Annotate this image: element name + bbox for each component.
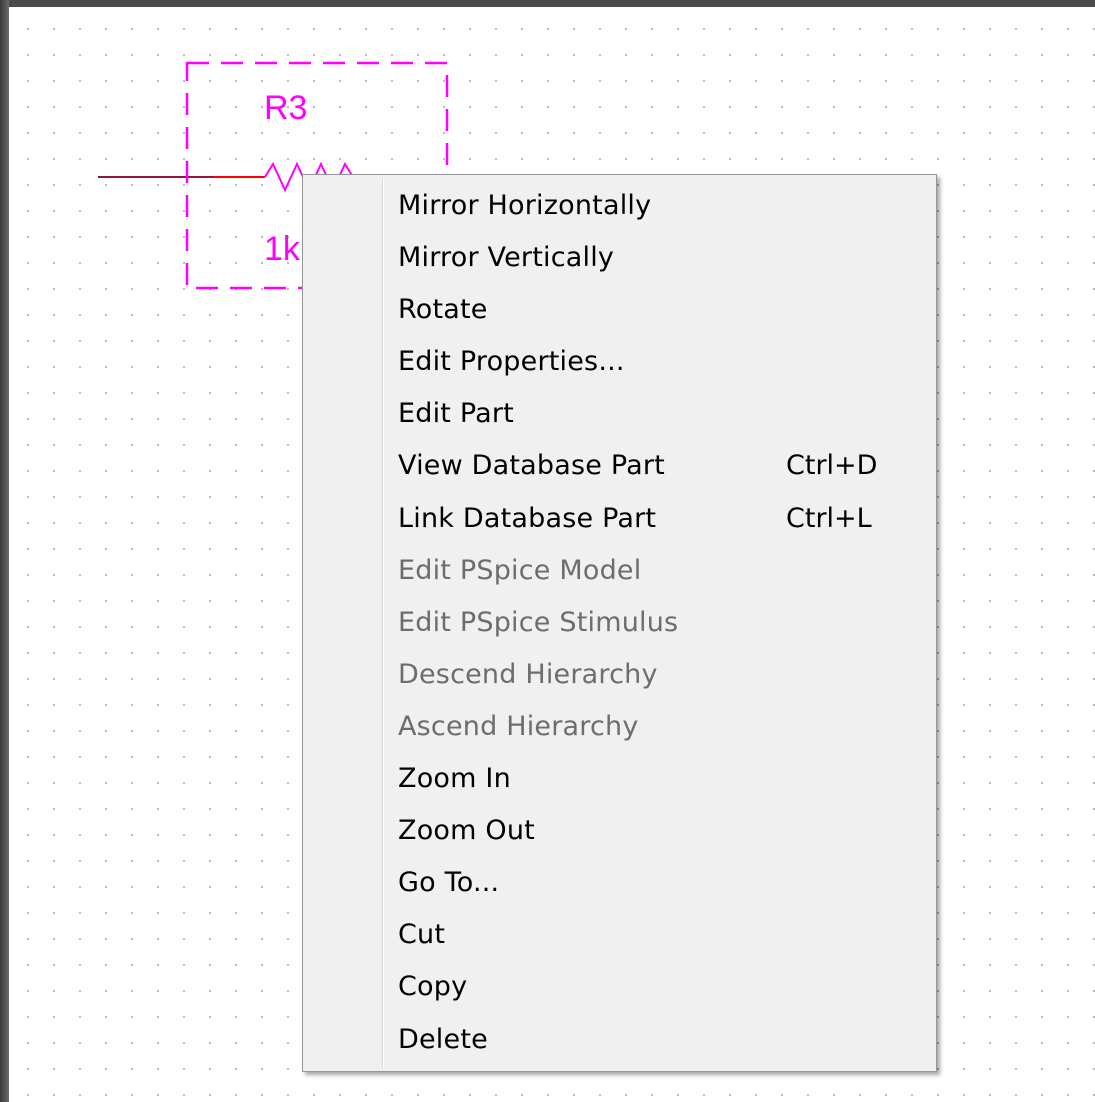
menu-item-label: Link Database Part bbox=[398, 502, 657, 534]
menu-item-shortcut: Ctrl+D bbox=[786, 450, 878, 482]
menu-item-edit-pspice-stimulus: Edit PSpice Stimulus bbox=[306, 597, 933, 649]
menu-item-list: Mirror Horizontally Mirror Vertically Rota… bbox=[306, 180, 933, 1066]
menu-item-ascend-hierarchy: Ascend Hierarchy bbox=[306, 701, 933, 753]
menu-item-label: Ascend Hierarchy bbox=[398, 710, 639, 742]
menu-item-zoom-in[interactable]: Zoom In bbox=[306, 753, 933, 805]
menu-item-label: Zoom In bbox=[398, 763, 511, 795]
menu-item-label: Edit PSpice Stimulus bbox=[398, 606, 679, 638]
menu-item-mirror-horizontally[interactable]: Mirror Horizontally bbox=[306, 180, 933, 232]
menu-item-label: View Database Part bbox=[398, 450, 665, 482]
menu-item-label: Zoom Out bbox=[398, 815, 535, 847]
window-top-border bbox=[0, 0, 1095, 7]
menu-item-label: Edit Properties... bbox=[398, 346, 625, 378]
menu-item-label: Copy bbox=[398, 971, 468, 1003]
menu-item-label: Mirror Horizontally bbox=[398, 190, 652, 221]
menu-item-descend-hierarchy: Descend Hierarchy bbox=[306, 649, 933, 701]
menu-item-shortcut: Ctrl+L bbox=[786, 502, 872, 534]
menu-item-label: Delete bbox=[398, 1023, 488, 1055]
menu-item-zoom-out[interactable]: Zoom Out bbox=[306, 805, 933, 857]
menu-item-label: Edit Part bbox=[398, 398, 514, 430]
menu-item-go-to[interactable]: Go To... bbox=[306, 857, 933, 909]
menu-item-rotate[interactable]: Rotate bbox=[306, 284, 933, 336]
menu-item-cut[interactable]: Cut bbox=[306, 909, 933, 961]
menu-item-label: Cut bbox=[398, 919, 446, 951]
menu-item-copy[interactable]: Copy bbox=[306, 961, 933, 1013]
menu-item-edit-properties[interactable]: Edit Properties... bbox=[306, 336, 933, 388]
menu-item-edit-part[interactable]: Edit Part bbox=[306, 388, 933, 440]
window-left-border bbox=[0, 0, 9, 1102]
menu-item-label: Go To... bbox=[398, 867, 500, 899]
menu-item-mirror-vertically[interactable]: Mirror Vertically bbox=[306, 232, 933, 284]
menu-item-label: Mirror Vertically bbox=[398, 242, 615, 274]
part-value-label[interactable]: 1k bbox=[264, 230, 301, 268]
menu-item-link-database-part[interactable]: Link Database Part Ctrl+L bbox=[306, 493, 933, 545]
context-menu: Mirror Horizontally Mirror Vertically Rota… bbox=[302, 174, 937, 1072]
menu-item-delete[interactable]: Delete bbox=[306, 1014, 933, 1066]
menu-item-view-database-part[interactable]: View Database Part Ctrl+D bbox=[306, 440, 933, 492]
menu-item-edit-pspice-model: Edit PSpice Model bbox=[306, 545, 933, 597]
application-window: R3 1k Mirror Horizontally Mirror Vertical… bbox=[0, 0, 1095, 1102]
menu-item-label: Edit PSpice Model bbox=[398, 554, 642, 586]
menu-item-label: Rotate bbox=[398, 294, 488, 326]
part-reference-label[interactable]: R3 bbox=[264, 89, 307, 127]
menu-item-label: Descend Hierarchy bbox=[398, 658, 658, 690]
